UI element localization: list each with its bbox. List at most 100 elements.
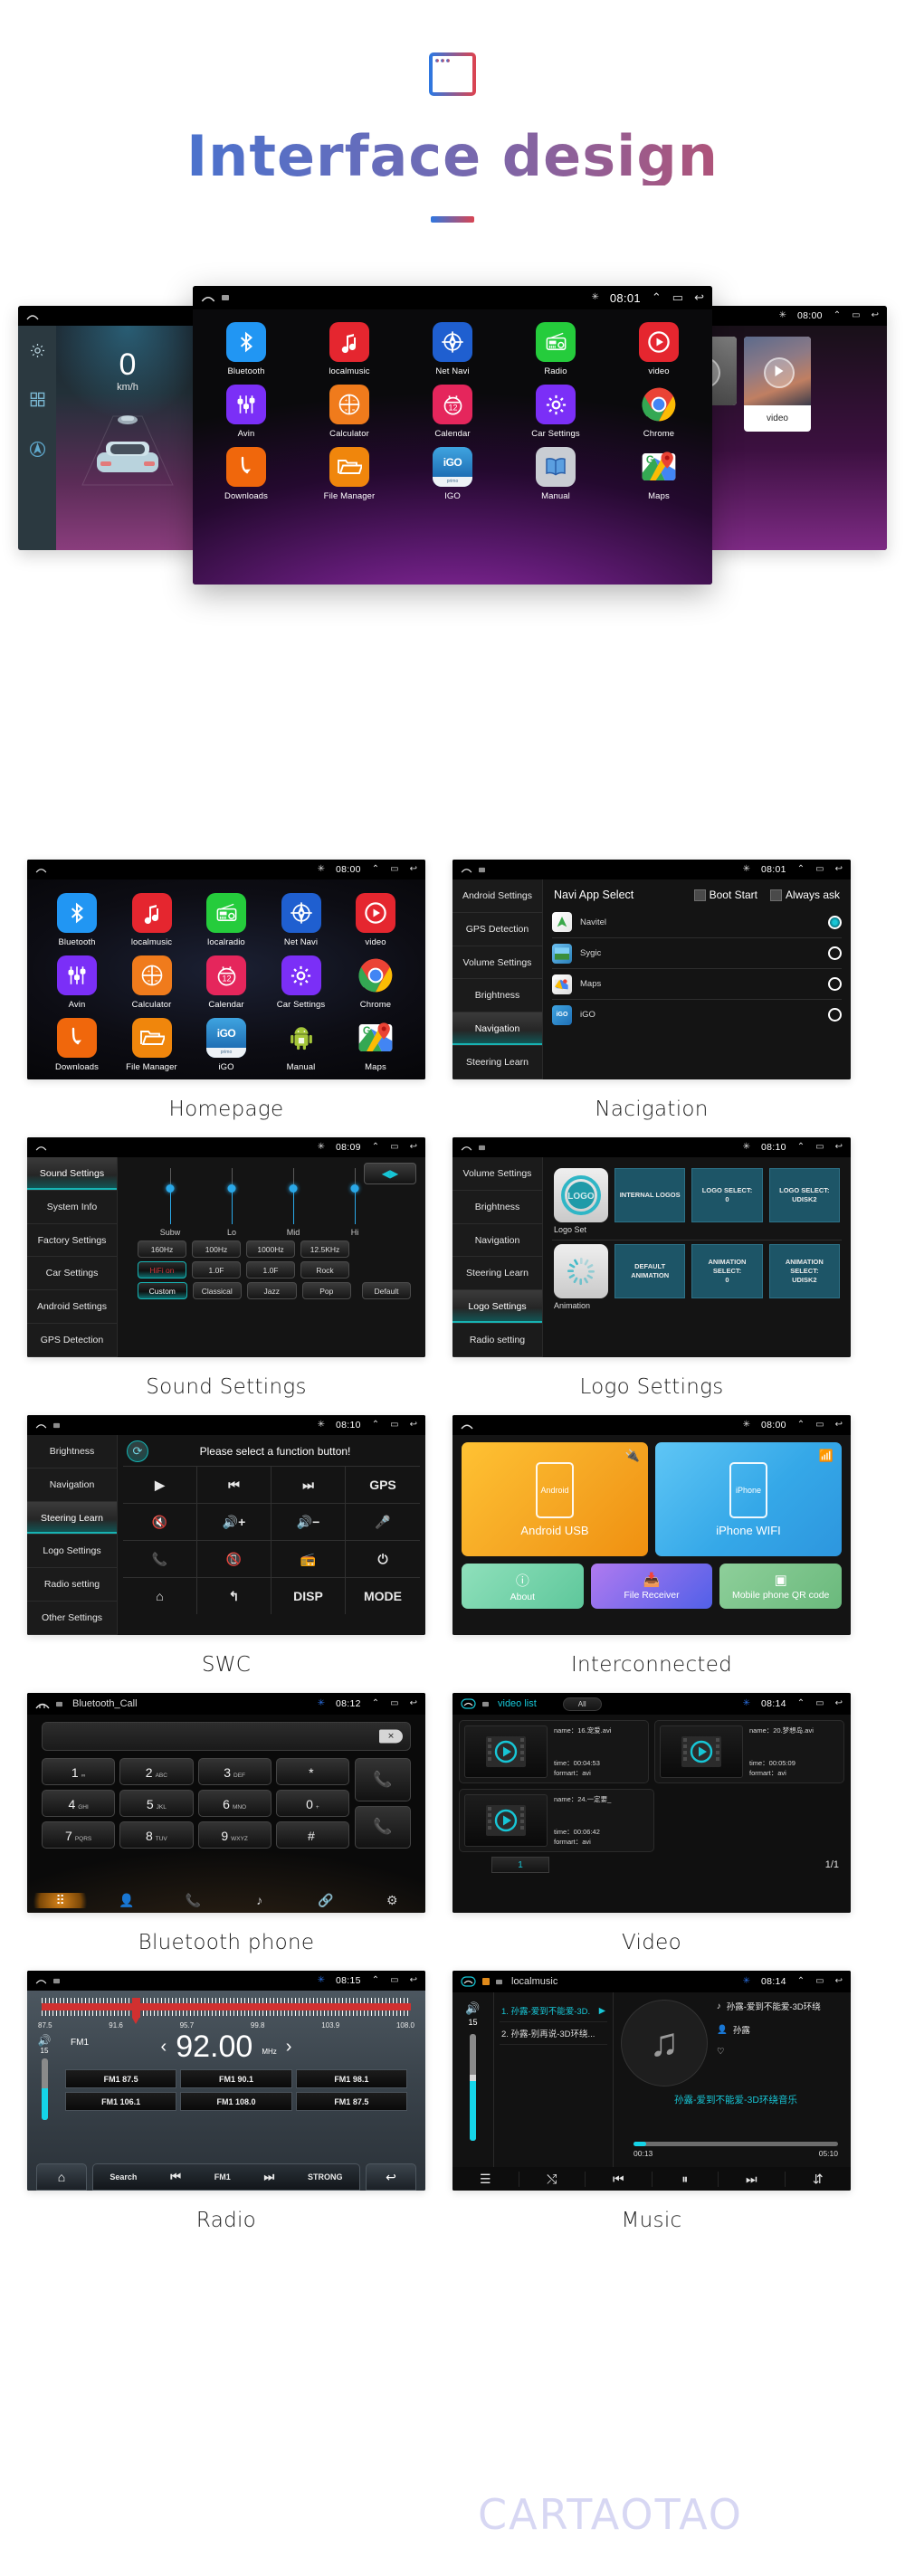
tile-iphone-wifi[interactable]: 📶 iPhone iPhone WIFI	[655, 1442, 842, 1556]
preset-button[interactable]: FM1 108.0	[180, 2092, 292, 2111]
swc-volume-up-button[interactable]: 🔊+	[197, 1503, 272, 1540]
eq-slider-subw[interactable]: Subw	[147, 1168, 194, 1237]
app-car-settings[interactable]: Car Settings	[268, 955, 335, 1010]
progress-bar[interactable]: 00:13 05:10	[634, 2142, 838, 2158]
key-9[interactable]: 9 WXYZ	[197, 1821, 272, 1849]
screenshot-icon[interactable]	[56, 1701, 62, 1707]
volume-control[interactable]: 🔊 15	[452, 1992, 494, 2191]
band-button[interactable]: FM1	[214, 2172, 231, 2182]
key-#[interactable]: #	[275, 1821, 349, 1849]
video-item[interactable]: name：24.一定要_ time：00:06:42 formart：avi	[459, 1789, 654, 1852]
app-avin[interactable]: Avin	[43, 955, 110, 1010]
swc-power-button[interactable]: ⏻	[346, 1540, 420, 1577]
key-3[interactable]: 3 DEF	[197, 1758, 272, 1785]
eq-slider-hi[interactable]: Hi	[331, 1168, 378, 1237]
app-igo[interactable]: iGO primo IGO	[419, 447, 486, 501]
checkbox-boot-start[interactable]: Boot Start	[693, 889, 757, 901]
playlist-icon[interactable]: ☰	[452, 2171, 519, 2187]
screenshot-icon[interactable]	[53, 1978, 60, 1984]
animation-preview[interactable]	[554, 1244, 608, 1298]
eq-slider-lo[interactable]: Lo	[208, 1168, 255, 1237]
filter-button[interactable]: All	[562, 1697, 602, 1711]
sidebar-item-logo-settings[interactable]: Logo Settings	[452, 1290, 542, 1325]
contacts-icon[interactable]: 👤	[93, 1893, 159, 1908]
app-bluetooth[interactable]: Bluetooth	[213, 322, 280, 376]
swc-home-button[interactable]: ⌂	[123, 1577, 197, 1614]
settings-icon[interactable]: ⚙	[359, 1893, 425, 1908]
eq-button[interactable]: 1.0F	[246, 1261, 295, 1278]
sidebar-item-radio-setting[interactable]: Radio setting	[452, 1324, 542, 1357]
app-localmusic[interactable]: localmusic	[119, 893, 186, 947]
preset-button[interactable]: FM1 87.5	[295, 2092, 407, 2111]
navi-app-row[interactable]: Sygic	[552, 937, 842, 968]
pause-icon[interactable]: ⏸	[653, 2171, 719, 2187]
call-answer-icon[interactable]: 📞	[355, 1758, 411, 1801]
sidebar-item-car-settings[interactable]: Car Settings	[27, 1257, 117, 1291]
screenshot-icon[interactable]	[496, 1979, 502, 1985]
sidebar-item-brightness[interactable]: Brightness	[27, 1435, 117, 1469]
checkbox-always-ask[interactable]: Always ask	[769, 889, 840, 901]
navi-app-row[interactable]: Maps	[552, 968, 842, 999]
sidebar-item-gps-detection[interactable]: GPS Detection	[452, 913, 542, 946]
key-7[interactable]: 7 PQRS	[42, 1821, 116, 1849]
key-4[interactable]: 4 GHI	[42, 1790, 116, 1817]
app-net-navi[interactable]: Net Navi	[268, 893, 335, 947]
navi-app-row[interactable]: Navitel	[552, 907, 842, 937]
radio-button[interactable]	[828, 915, 842, 929]
home-icon[interactable]	[35, 866, 47, 873]
navi-app-row[interactable]: iGO iGO	[552, 999, 842, 1030]
playlist-item[interactable]: 1. 孙露-爱到不能爱-3D. ▶	[500, 2000, 607, 2022]
sidebar-item-steering-learn[interactable]: Steering Learn	[27, 1501, 117, 1535]
home-icon[interactable]	[461, 1698, 476, 1709]
app-maps[interactable]: G Maps	[625, 447, 692, 501]
home-icon[interactable]	[461, 1421, 473, 1430]
app-video[interactable]: video	[625, 322, 692, 376]
video-card[interactable]: video	[744, 337, 811, 433]
logo-option-button[interactable]: DEFAULT ANIMATION	[614, 1244, 686, 1298]
sidebar-item-other-settings[interactable]: Other Settings	[27, 1602, 117, 1635]
app-calendar[interactable]: 12 Calendar	[193, 955, 260, 1010]
app-downloads[interactable]: Downloads	[43, 1018, 110, 1072]
tile-mobile-phone-qr-code[interactable]: ▣ Mobile phone QR code	[719, 1564, 843, 1609]
sidebar-item-steering-learn[interactable]: Steering Learn	[452, 1257, 542, 1291]
logo-option-button[interactable]: ANIMATION SELECT: 0	[691, 1244, 763, 1298]
tile-about[interactable]: ⓘ About	[462, 1564, 584, 1609]
swc-volume-down-button[interactable]: 🔊−	[272, 1503, 346, 1540]
sidebar-item-navigation[interactable]: Navigation	[452, 1012, 542, 1047]
app-calendar[interactable]: 12 Calendar	[419, 385, 486, 439]
sidebar-item-volume-settings[interactable]: Volume Settings	[452, 946, 542, 980]
strong-button[interactable]: STRONG	[308, 2172, 343, 2182]
home-icon[interactable]	[35, 1699, 50, 1709]
swc-mute-button[interactable]: 🔇	[123, 1503, 197, 1540]
eq-button[interactable]: Pop	[301, 1282, 351, 1299]
logo-option-button[interactable]: INTERNAL LOGOS	[614, 1168, 686, 1222]
swc-back-button[interactable]: ↰	[197, 1577, 272, 1614]
back-icon[interactable]: ↩	[366, 2163, 416, 2191]
home-icon[interactable]	[35, 1977, 47, 1984]
call-history-icon[interactable]: 📞	[355, 1805, 411, 1849]
app-localradio[interactable]: localradio	[193, 893, 260, 947]
sidebar-item-volume-settings[interactable]: Volume Settings	[452, 1157, 542, 1191]
sidebar-item-brightness[interactable]: Brightness	[452, 1191, 542, 1224]
eq-button[interactable]: 1.0F	[192, 1261, 241, 1278]
eq-button[interactable]: Custom	[138, 1282, 187, 1299]
screenshot-icon[interactable]	[222, 294, 229, 301]
screenshot-icon[interactable]	[482, 1701, 489, 1707]
tuning-dial[interactable]	[42, 1996, 411, 2024]
swc-radio-button[interactable]: 📻	[272, 1540, 346, 1577]
home-icon[interactable]	[461, 1976, 476, 1987]
refresh-icon[interactable]: ⟳	[127, 1440, 148, 1462]
sidebar-item-android-settings[interactable]: Android Settings	[452, 879, 542, 913]
app-manual[interactable]: Manual	[268, 1018, 335, 1072]
apps-grid-icon[interactable]	[29, 391, 46, 413]
music-icon[interactable]: ♪	[226, 1893, 292, 1907]
key-5[interactable]: 5 JKL	[119, 1790, 194, 1817]
preset-button[interactable]: FM1 90.1	[180, 2069, 292, 2088]
app-avin[interactable]: Avin	[213, 385, 280, 439]
dial-needle[interactable]	[131, 1998, 140, 2024]
sidebar-item-android-settings[interactable]: Android Settings	[27, 1290, 117, 1325]
eq-button[interactable]: Jazz	[247, 1282, 297, 1299]
eq-button[interactable]: 12.5KHz	[300, 1240, 349, 1258]
app-igo[interactable]: iGO primo iGO	[193, 1018, 260, 1072]
backspace-icon[interactable]: ✕	[379, 1729, 403, 1744]
